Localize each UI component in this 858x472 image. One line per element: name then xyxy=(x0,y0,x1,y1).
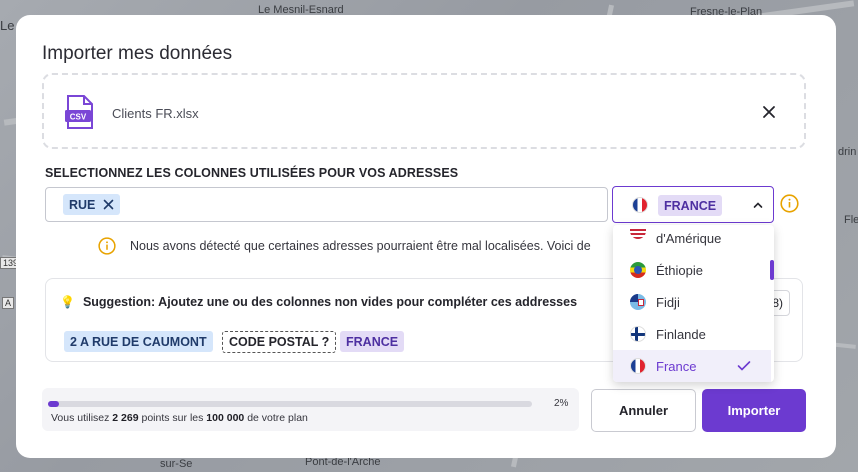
usage-suffix: de votre plan xyxy=(247,412,308,424)
cancel-button[interactable]: Annuler xyxy=(591,389,696,432)
check-icon xyxy=(737,361,751,371)
suggestion-chip-country: FRANCE xyxy=(340,331,405,352)
columns-section-label: SELECTIONNEZ LES COLONNES UTILISÉES POUR… xyxy=(45,166,459,180)
map-label: Le xyxy=(0,18,15,33)
country-option-label: France xyxy=(656,358,697,374)
country-option-label: d'Amérique xyxy=(656,230,722,246)
lightbulb-icon: 💡 xyxy=(60,295,75,309)
country-option-label: Éthiopie xyxy=(656,262,703,278)
usage-middle: points sur les xyxy=(141,412,204,424)
usage-progress-track xyxy=(48,401,532,407)
usage-total: 100 000 xyxy=(206,412,245,424)
suggestion-text: 💡 Suggestion: Ajoutez une ou des colonne… xyxy=(60,295,577,309)
map-label: Fle xyxy=(844,214,858,226)
chevron-up-icon xyxy=(753,202,763,208)
usage-prefix: Vous utilisez xyxy=(51,412,110,424)
country-option-selected[interactable]: France xyxy=(613,350,771,382)
column-chip-rue: RUE xyxy=(63,194,121,215)
usage-panel: 2% Vous utilisez 2 269 points sur les 10… xyxy=(42,388,579,431)
import-button[interactable]: Importer xyxy=(702,389,806,432)
warning-text: Nous avons détecté que certaines adresse… xyxy=(130,239,591,253)
map-label: drin xyxy=(838,146,857,158)
country-option[interactable]: Fidji xyxy=(613,286,771,318)
csv-icon-text: CSV xyxy=(70,113,87,122)
suggestion-chip-address: 2 A RUE DE CAUMONT xyxy=(64,331,213,352)
france-flag-icon xyxy=(632,197,648,213)
country-option-label: Fidji xyxy=(656,294,680,310)
column-chip-label: RUE xyxy=(69,197,96,212)
remove-chip-icon[interactable] xyxy=(103,199,114,210)
country-option[interactable]: Finlande xyxy=(613,318,771,350)
country-option-label: Finlande xyxy=(656,326,706,342)
warning-info-icon xyxy=(98,237,116,255)
usa-flag-icon xyxy=(630,229,646,239)
suggestion-label: Suggestion: Ajoutez une ou des colonnes … xyxy=(82,295,578,309)
usage-used: 2 269 xyxy=(112,412,139,424)
usage-progress-fill xyxy=(48,401,59,407)
csv-file-icon: CSV xyxy=(65,95,93,129)
modal-title: Importer mes données xyxy=(42,43,233,64)
usage-percent: 2% xyxy=(554,398,569,409)
file-name: Clients FR.xlsx xyxy=(112,106,199,121)
route-badge: A xyxy=(2,297,15,309)
country-dropdown-list: d'Amérique Éthiopie Fidji Finlande Franc… xyxy=(613,225,774,382)
dropdown-scrollbar[interactable] xyxy=(770,260,774,280)
address-columns-input[interactable]: RUE xyxy=(45,187,608,222)
file-dropzone[interactable]: CSV Clients FR.xlsx xyxy=(42,73,806,149)
country-select[interactable]: FRANCE xyxy=(612,186,774,223)
close-icon[interactable] xyxy=(760,103,778,121)
suggestion-chip-postal-code[interactable]: CODE POSTAL ? xyxy=(222,331,337,353)
country-option[interactable]: Éthiopie xyxy=(613,254,771,286)
country-option[interactable]: d'Amérique xyxy=(613,225,771,254)
info-icon[interactable] xyxy=(780,194,799,213)
usage-text: Vous utilisez 2 269 points sur les 100 0… xyxy=(51,412,308,424)
france-flag-icon xyxy=(630,358,646,374)
map-label: sur-Se xyxy=(160,458,193,470)
finland-flag-icon xyxy=(630,326,646,342)
fiji-flag-icon xyxy=(630,294,646,310)
ethiopia-flag-icon xyxy=(630,262,646,278)
country-chip: FRANCE xyxy=(658,195,723,216)
warning-message: Nous avons détecté que certaines adresse… xyxy=(98,237,613,255)
